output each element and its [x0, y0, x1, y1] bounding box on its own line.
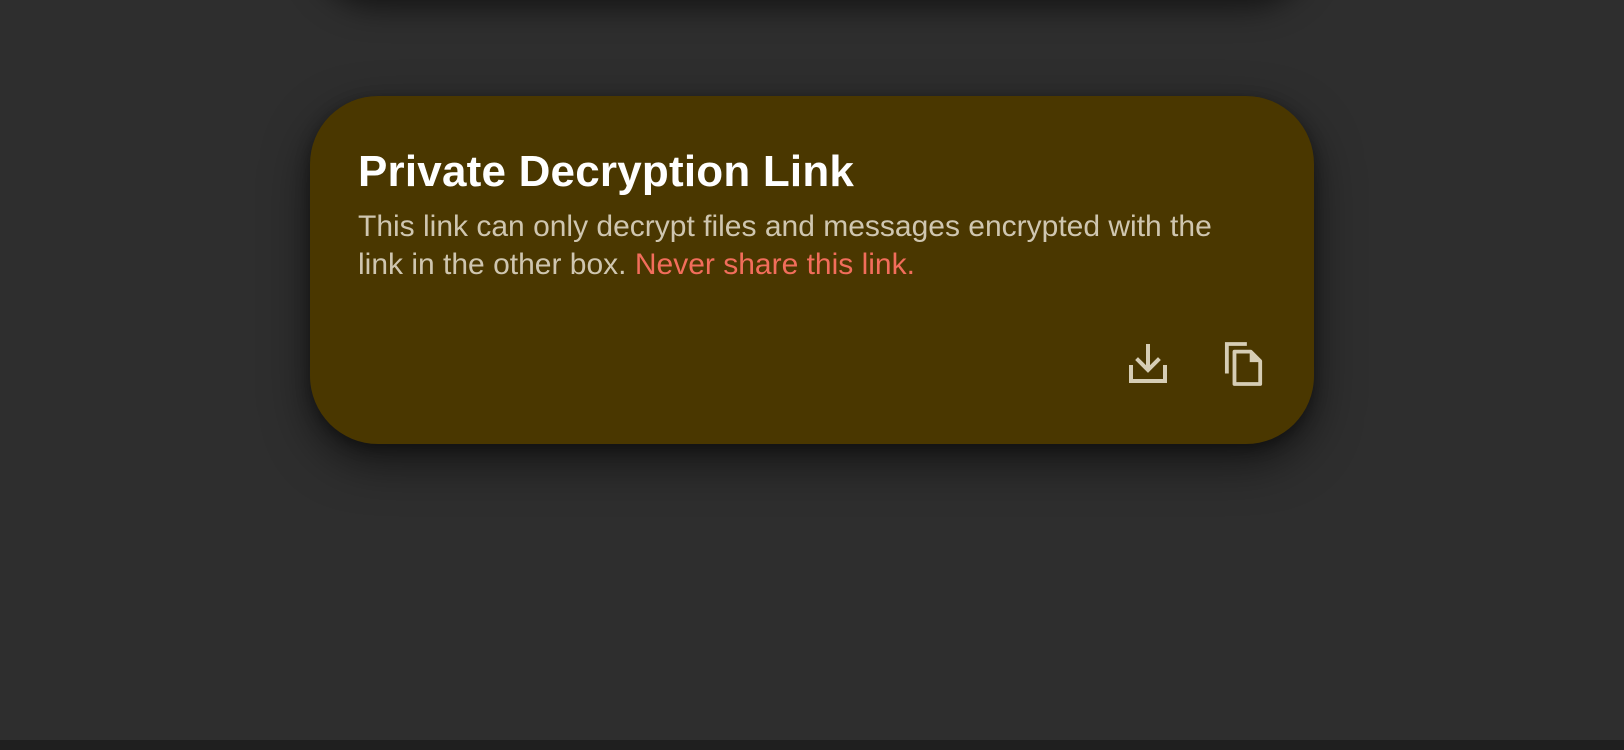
card-description: This link can only decrypt files and mes…: [358, 208, 1238, 284]
card-title: Private Decryption Link: [358, 147, 855, 196]
download-icon: [1129, 344, 1167, 383]
page: Private Decryption Link This link can on…: [0, 0, 1624, 750]
private-link-card: Private Decryption Link This link can on…: [310, 96, 1314, 444]
card-actions: [1128, 340, 1264, 388]
bottom-bar: [0, 740, 1624, 750]
copy-button[interactable]: [1224, 340, 1264, 388]
download-button[interactable]: [1128, 340, 1168, 388]
copy-icon: [1224, 342, 1263, 386]
warning-text: Never share this link.: [634, 248, 915, 281]
